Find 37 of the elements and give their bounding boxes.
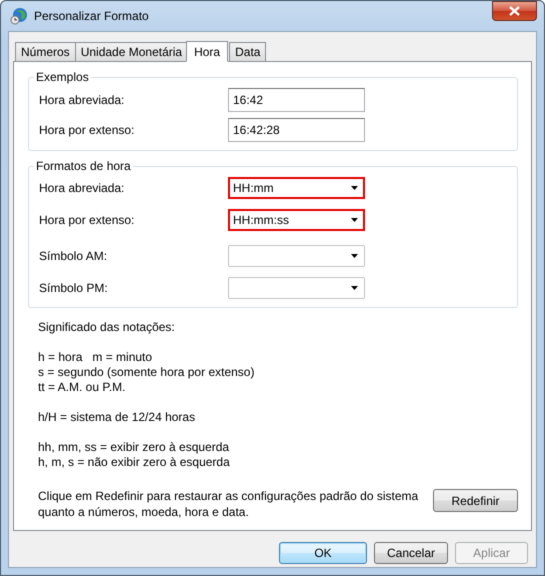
reset-description: Clique em Redefinir para restaurar as configurações padrão do sistema quanto a números, moeda, hora e data. [38,488,420,520]
caret-icon [351,286,358,290]
text-field[interactable]: 16:42 [228,88,365,112]
field-label: Símbolo AM: [39,249,108,263]
dialog-button[interactable]: Cancelar [374,542,448,564]
caret-icon [351,218,358,222]
dropdown[interactable]: HH:mm:ss [228,209,365,231]
notation-line: tt = A.M. ou P.M. [38,380,126,395]
group-title: Exemplos [34,70,91,84]
caret-icon [351,254,358,258]
notation-line: h/H = sistema de 12/24 horas [38,410,196,425]
dropdown[interactable] [228,277,365,299]
field-label: Hora por extenso: [39,213,136,227]
group-title: Formatos de hora [34,159,133,173]
tab[interactable]: Data [229,42,266,61]
field-label: Símbolo PM: [39,281,109,295]
text-field[interactable]: 16:42:28 [228,118,365,142]
caret-icon [351,186,358,190]
field-label: Hora por extenso: [39,123,136,137]
tab[interactable]: Hora [186,41,228,62]
notation-line: s = segundo (somente hora por extenso) [38,365,256,380]
field-label: Hora abreviada: [39,181,126,195]
tab[interactable]: Números [15,42,76,61]
globe-clock-icon [10,7,28,25]
notation-line: hh, mm, ss = exibir zero à esquerda [38,440,230,455]
notation-line: h, m, s = não exibir zero à esquerda [38,455,231,470]
notation-line: h = hora m = minuto [38,350,154,365]
dropdown[interactable] [228,245,365,267]
dialog-button[interactable]: OK [279,542,367,564]
tab[interactable]: Unidade Monetária [74,42,188,61]
window-title: Personalizar Formato [34,9,150,23]
close-button[interactable] [492,1,537,21]
reset-button[interactable]: Redefinir [433,489,518,512]
notes-title: Significado das notações: [38,320,176,335]
field-label: Hora abreviada: [39,93,126,107]
dropdown[interactable]: HH:mm [228,177,365,199]
close-icon [509,6,520,16]
